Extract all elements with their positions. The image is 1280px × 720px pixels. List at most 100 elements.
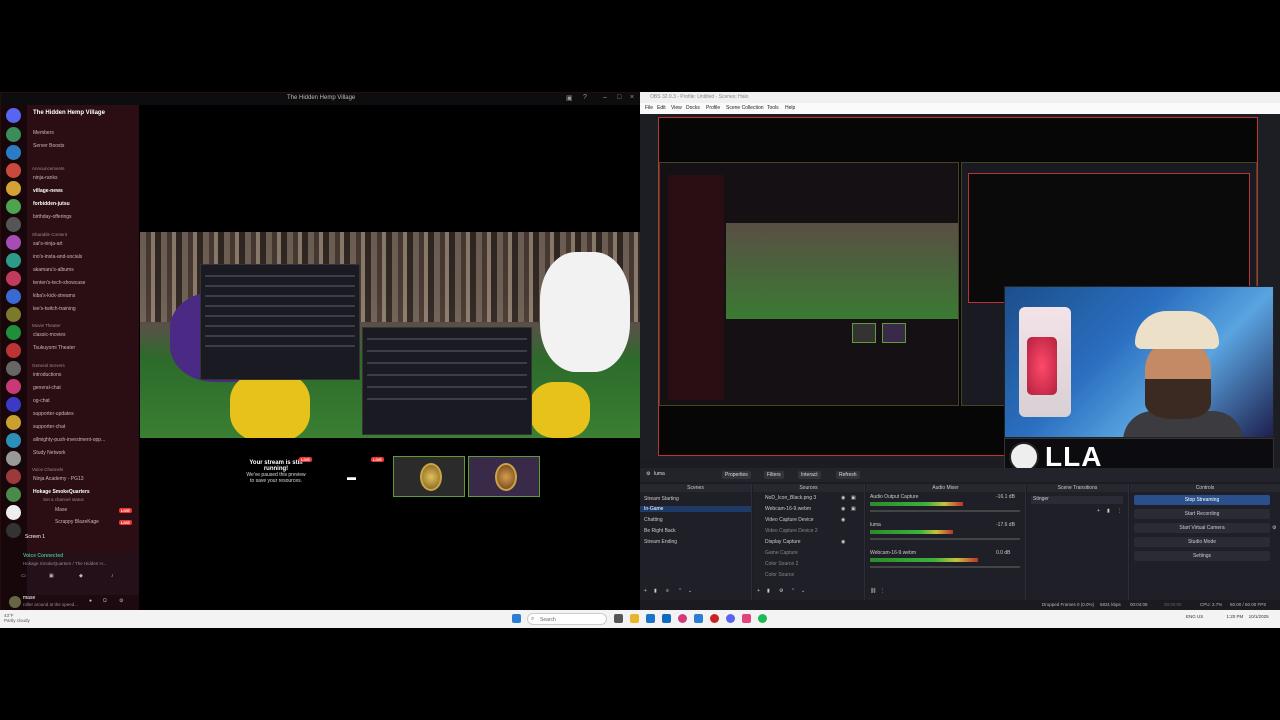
search-box[interactable]: ⌕ Search (527, 613, 607, 625)
server-icon[interactable] (6, 235, 21, 250)
channel-item[interactable]: supporter-chat (33, 424, 65, 430)
add-icon[interactable]: + (644, 588, 647, 594)
server-icon[interactable] (6, 217, 21, 232)
channel-item[interactable]: birthday-offerings (33, 214, 72, 220)
server-icon[interactable] (6, 271, 21, 286)
server-icon[interactable] (6, 325, 21, 340)
volume-slider[interactable] (870, 510, 1020, 512)
app-icon[interactable] (710, 614, 719, 623)
system-tray[interactable]: ENG US 1:20 PM 10/1/2025 (1186, 614, 1269, 619)
voice-channel-item[interactable]: Ninja Academy - PG13 (33, 476, 84, 482)
source-item[interactable]: Video Capture Device (765, 517, 814, 523)
filters-button[interactable]: Filters (764, 471, 784, 479)
gear-icon[interactable]: ⚙ (1272, 525, 1276, 531)
voice-connected-subtitle[interactable]: Hokage SmokeQuarters / The Hidden H... (23, 561, 106, 566)
server-name[interactable]: The Hidden Hemp Village (33, 110, 105, 116)
scene-item[interactable]: Stream Ending (644, 539, 677, 545)
start-recording-button[interactable]: Start Recording (1134, 509, 1270, 519)
menu-edit[interactable]: Edit (657, 105, 666, 111)
channel-item[interactable]: lee's-twitch-training (33, 306, 76, 312)
channel-item[interactable]: ninja-ranks (33, 175, 57, 181)
server-icon[interactable] (6, 199, 21, 214)
discord-home-icon[interactable] (6, 108, 21, 123)
category-announcements[interactable]: Announcements (32, 166, 65, 171)
sidebar-item-server-boosts[interactable]: Server Boosts (33, 143, 64, 149)
source-item[interactable]: Video Capture Device 2 (765, 528, 818, 534)
file-explorer-icon[interactable] (630, 614, 639, 623)
eye-icon[interactable]: ◉ (841, 506, 845, 512)
channel-item[interactable]: forbidden-jutsu (33, 201, 70, 207)
trash-icon[interactable]: ▮ (1107, 508, 1110, 514)
server-icon[interactable] (6, 415, 21, 430)
source-item[interactable]: Color Source (765, 572, 794, 578)
server-icon[interactable] (6, 163, 21, 178)
keyboard-language[interactable]: ENG US (1186, 614, 1203, 619)
menu-view[interactable]: View (671, 105, 682, 111)
source-item[interactable]: NoD_Icon_Black.png 3 (765, 495, 816, 501)
microphone-icon[interactable]: ● (89, 598, 92, 604)
channel-item[interactable]: classic-movies (33, 332, 66, 338)
screen-icon[interactable]: ▬ (347, 472, 356, 482)
lock-icon[interactable]: ▣ (851, 495, 856, 501)
outlook-icon[interactable] (662, 614, 671, 623)
help-icon[interactable]: ? (583, 94, 587, 101)
server-icon[interactable] (6, 307, 21, 322)
channel-item[interactable]: sai's-ninja-art (33, 241, 63, 247)
user-name[interactable]: mase (23, 595, 35, 601)
settings-button[interactable]: Settings (1134, 551, 1270, 561)
chevron-down-icon[interactable]: ⌄ (801, 588, 805, 594)
spotify-icon[interactable] (758, 614, 767, 623)
server-icon[interactable] (6, 487, 21, 502)
server-icon[interactable] (6, 523, 21, 538)
server-icon[interactable] (6, 505, 21, 520)
server-icon[interactable] (6, 145, 21, 160)
channel-item[interactable]: kiba's-kick-streams (33, 293, 75, 299)
lock-icon[interactable]: ▣ (851, 506, 856, 512)
weather-widget[interactable]: 43°F Partly cloudy (4, 613, 30, 623)
channel-item[interactable]: akamaru's-albums (33, 267, 74, 273)
eye-icon[interactable]: ◉ (841, 539, 845, 545)
participant-tile[interactable] (393, 456, 465, 497)
category-movie-theater[interactable]: Movie Theater (32, 323, 61, 328)
activity-icon[interactable]: ◆ (79, 573, 83, 579)
chevron-down-icon[interactable]: ⌄ (688, 588, 692, 594)
avatar[interactable] (9, 596, 21, 608)
scene-item[interactable]: Stream Starting (644, 496, 679, 502)
start-icon[interactable] (512, 614, 521, 623)
eye-icon[interactable]: ◉ (841, 517, 845, 523)
server-icon[interactable] (6, 181, 21, 196)
interact-button[interactable]: Interact (798, 471, 821, 479)
menu-dots-icon[interactable]: ⋮ (880, 588, 885, 594)
server-icon[interactable] (6, 433, 21, 448)
server-icon[interactable] (6, 379, 21, 394)
app-icon[interactable] (646, 614, 655, 623)
studio-mode-button[interactable]: Studio Mode (1134, 537, 1270, 547)
volume-slider[interactable] (870, 566, 1020, 568)
eye-icon[interactable]: ◉ (841, 495, 845, 501)
voice-channel-item[interactable]: Hokage SmokeQuarters (33, 489, 90, 495)
soundboard-icon[interactable]: ♪ (111, 573, 114, 579)
menu-profile[interactable]: Profile (706, 105, 720, 111)
link-icon[interactable]: ⛓ (870, 588, 876, 594)
menu-file[interactable]: File (645, 105, 653, 111)
source-item[interactable]: Color Source 2 (765, 561, 798, 567)
sidebar-item-members[interactable]: Members (33, 130, 54, 136)
screen-share-label[interactable]: Screen 1 (25, 534, 45, 540)
source-item[interactable]: Display Capture (765, 539, 801, 545)
clock-time[interactable]: 1:20 PM (1227, 614, 1244, 619)
webcam-feed[interactable] (1004, 286, 1274, 438)
voice-member[interactable]: Mase (55, 507, 67, 513)
channel-item[interactable]: Study Network (33, 450, 66, 456)
server-icon[interactable] (6, 361, 21, 376)
headphones-icon[interactable]: Ω (103, 598, 107, 604)
source-item[interactable]: Webcam-16-9.webm (765, 506, 811, 512)
server-icon[interactable] (6, 127, 21, 142)
app-icon[interactable] (678, 614, 687, 623)
inbox-icon[interactable]: ▣ (566, 94, 573, 102)
participant-tile[interactable] (468, 456, 540, 497)
channel-item[interactable]: introductions (33, 372, 61, 378)
task-view-icon[interactable] (614, 614, 623, 623)
filter-icon[interactable]: ≡ (666, 588, 669, 594)
add-icon[interactable]: + (757, 588, 760, 594)
menu-dots-icon[interactable]: ⋮ (1117, 508, 1122, 514)
